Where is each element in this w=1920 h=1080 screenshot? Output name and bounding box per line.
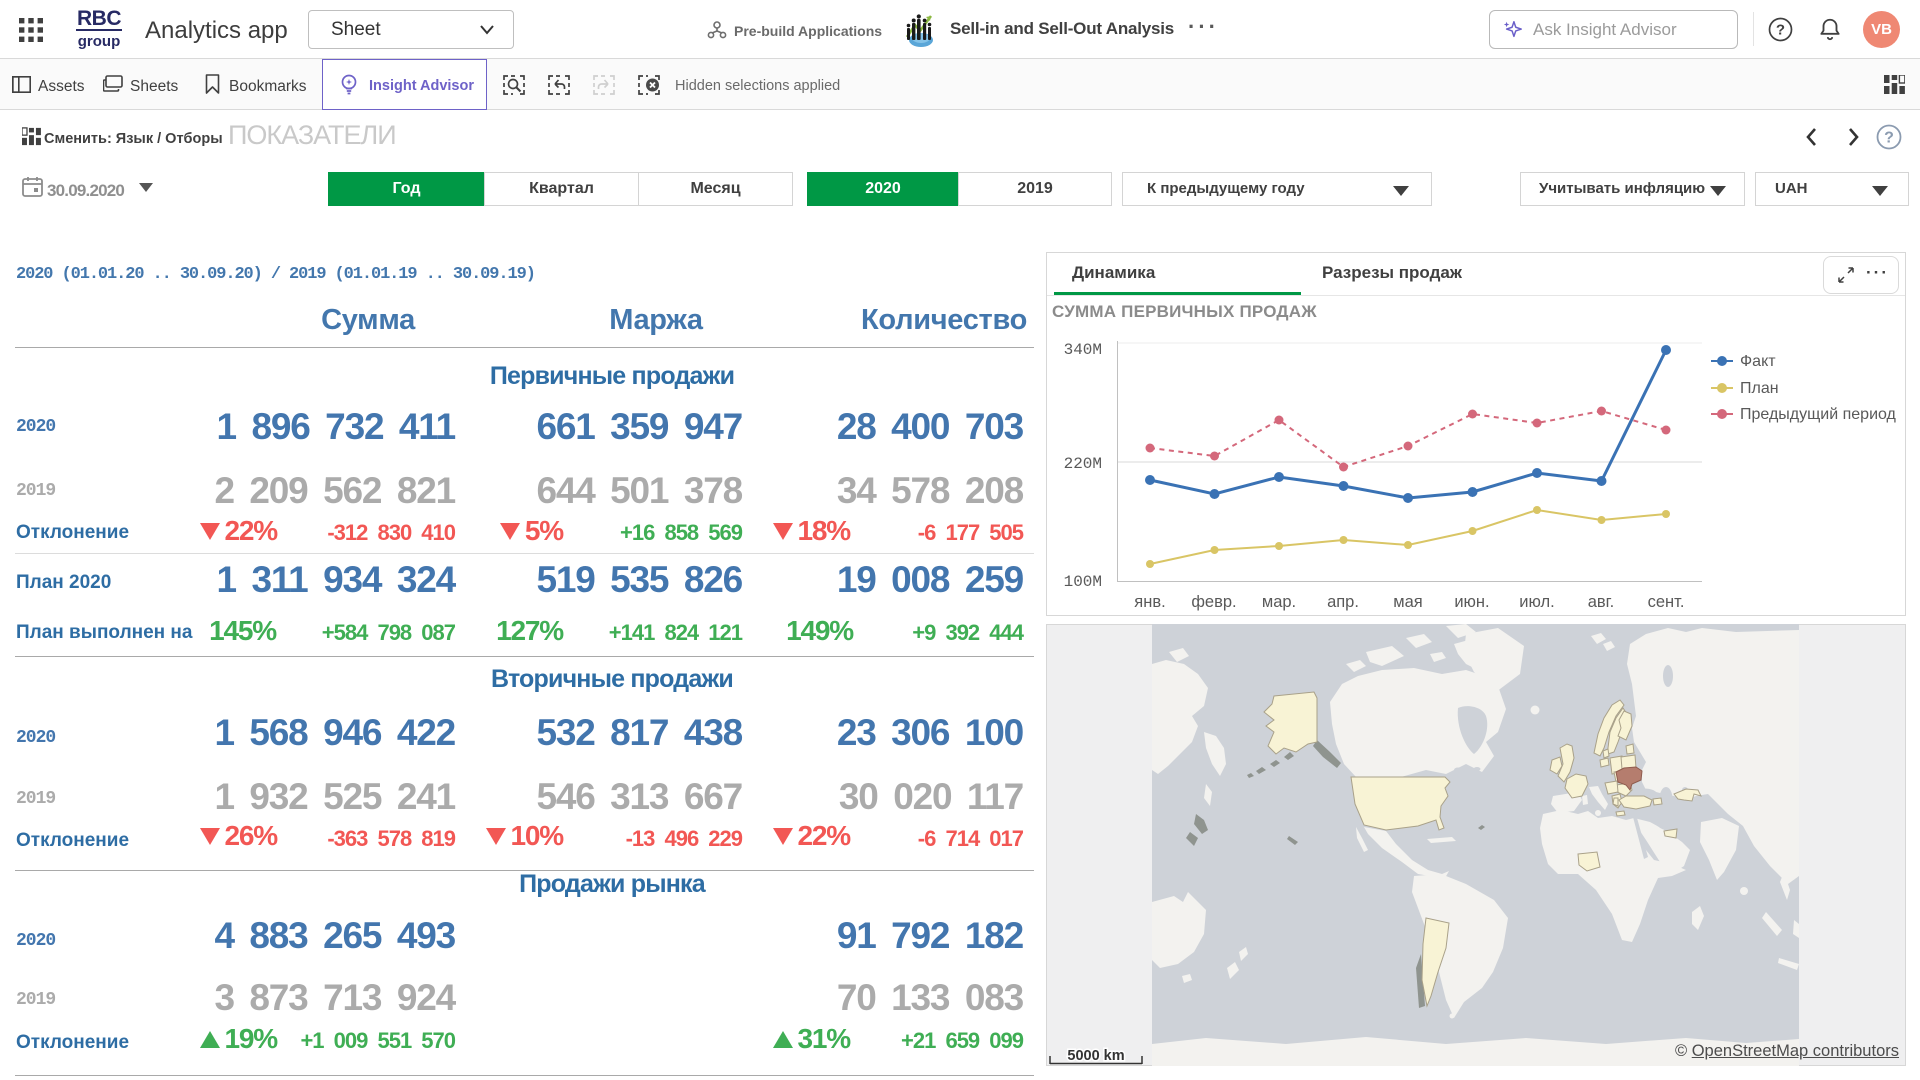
svg-text:5000 km: 5000 km — [1067, 1048, 1124, 1064]
svg-text:План: План — [1740, 380, 1779, 397]
svg-text:Предыдущий период: Предыдущий период — [1740, 406, 1897, 423]
svg-text:Факт: Факт — [1740, 353, 1776, 370]
svg-text:июн.: июн. — [1454, 593, 1489, 611]
svg-text:340M: 340M — [1064, 341, 1102, 359]
svg-text:100M: 100M — [1064, 573, 1102, 591]
svg-text:авг.: авг. — [1588, 593, 1615, 611]
svg-text:мая: мая — [1393, 593, 1422, 611]
svg-text:апр.: апр. — [1327, 593, 1359, 611]
svg-text:220M: 220M — [1064, 455, 1102, 473]
svg-text:февр.: февр. — [1191, 593, 1236, 611]
svg-text:сент.: сент. — [1648, 593, 1685, 611]
svg-text:июл.: июл. — [1519, 593, 1554, 611]
svg-text:мар.: мар. — [1262, 593, 1296, 611]
svg-text:?: ? — [1884, 130, 1894, 147]
svg-text:?: ? — [1776, 22, 1785, 39]
svg-text:янв.: янв. — [1134, 593, 1165, 611]
